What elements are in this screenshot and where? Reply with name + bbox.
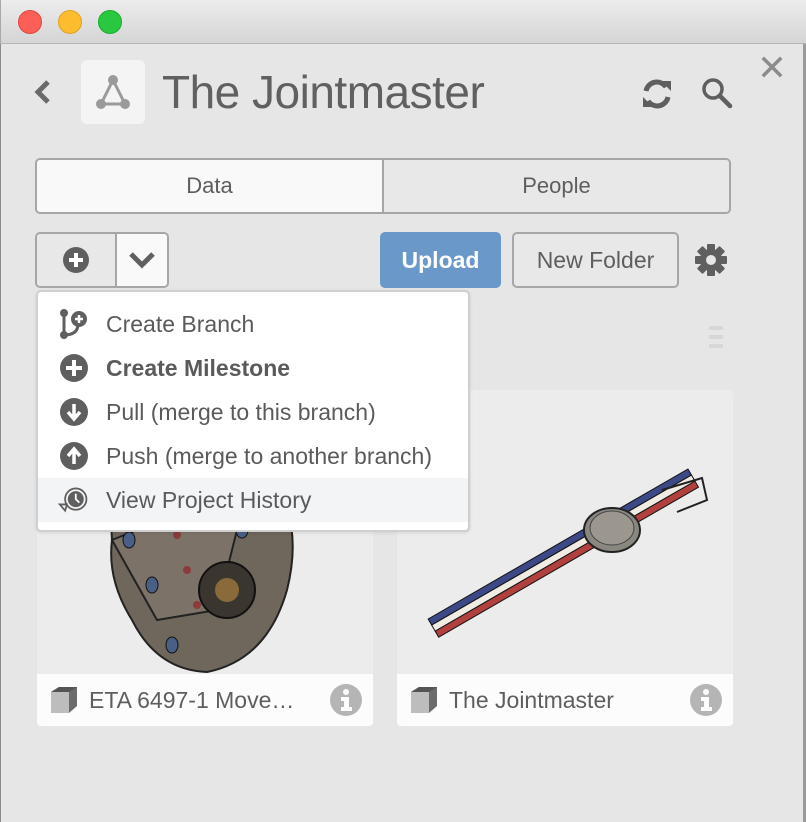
window-minimize-button[interactable] [58,10,82,34]
menu-item-push[interactable]: Push (merge to another branch) [38,434,468,478]
settings-button[interactable] [693,242,729,278]
menu-item-create-milestone[interactable]: Create Milestone [38,346,468,390]
search-icon [702,78,733,109]
refresh-icon [643,79,671,109]
add-dropdown-toggle[interactable] [117,234,167,286]
add-button[interactable] [37,234,117,286]
plus-circle-icon [58,352,90,384]
upload-button[interactable]: Upload [380,232,501,288]
menu-item-view-history[interactable]: View Project History [38,478,468,522]
file-card-footer: ETA 6497-1 Move… [37,674,373,726]
close-icon[interactable] [761,56,783,78]
back-button[interactable] [33,80,53,104]
plus-circle-icon [63,247,89,273]
window-close-button[interactable] [18,10,42,34]
cube-icon [411,687,437,713]
info-icon[interactable] [689,683,723,717]
chevron-left-icon [34,80,50,104]
file-name[interactable]: ETA 6497-1 Move… [89,687,329,714]
project-title: The Jointmaster [162,66,485,118]
new-folder-button[interactable]: New Folder [512,232,679,288]
chevron-down-icon [129,252,155,269]
info-icon[interactable] [329,683,363,717]
menu-item-label: Pull (merge to this branch) [106,398,376,425]
add-split-button [35,232,169,288]
menu-item-label: Create Branch [106,310,255,337]
refresh-button[interactable] [639,76,675,112]
menu-item-create-branch[interactable]: Create Branch [38,302,468,346]
menu-item-label: View Project History [106,486,312,513]
project-logo [81,60,145,124]
history-icon [58,484,90,516]
arrow-down-circle-icon [58,396,90,428]
branch-plus-icon [58,308,90,340]
file-name[interactable]: The Jointmaster [449,687,689,714]
arrow-up-circle-icon [58,440,90,472]
gear-icon [695,244,727,276]
view-tabs: Data People [35,158,731,214]
view-toggle-icon[interactable] [709,326,723,348]
tab-data[interactable]: Data [37,160,384,212]
menu-item-label: Push (merge to another branch) [106,442,433,469]
window-titlebar [0,0,806,44]
project-panel: The Jointmaster Data People Upload New F… [0,44,806,822]
add-dropdown-menu: Create Branch Create Milestone Pull (mer… [36,290,470,532]
window-zoom-button[interactable] [98,10,122,34]
menu-item-pull[interactable]: Pull (merge to this branch) [38,390,468,434]
project-triangle-icon [96,75,130,109]
menu-item-label: Create Milestone [106,354,291,381]
file-card-footer: The Jointmaster [397,674,733,726]
tab-people[interactable]: People [384,160,729,212]
search-button[interactable] [700,76,734,110]
cube-icon [51,687,77,713]
